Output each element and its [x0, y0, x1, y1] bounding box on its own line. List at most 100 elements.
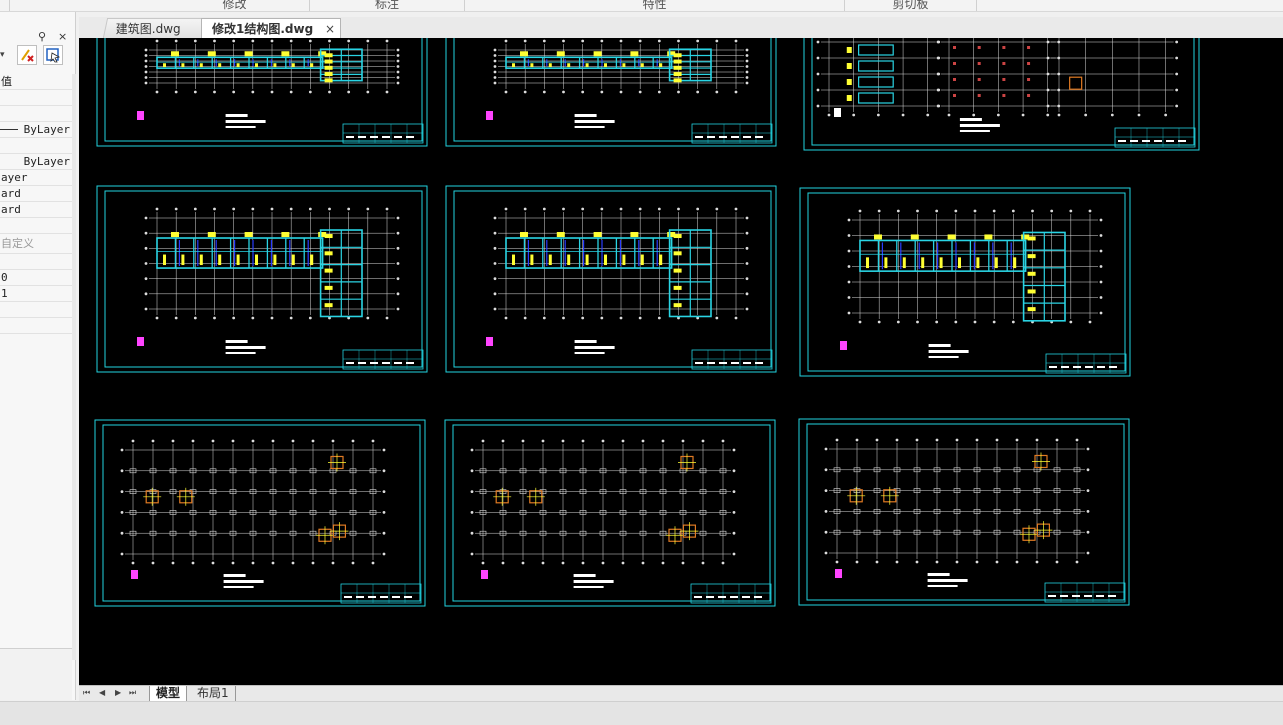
grid-bubble	[382, 448, 386, 452]
grid-bubble	[120, 490, 124, 493]
property-row[interactable]	[0, 318, 72, 334]
properties-panel: ⚲ × ▾ 值 ByLayer ByLayer ayer ard ard 自定义 0 1	[0, 12, 76, 700]
property-row[interactable]: ayer	[0, 170, 72, 186]
last-layout-icon[interactable]: ⏭	[129, 688, 136, 698]
rebar-tag	[604, 254, 607, 266]
rebar-tag	[902, 257, 906, 269]
grid-bubble	[523, 207, 527, 211]
rebar-tag	[1027, 289, 1036, 294]
property-row[interactable]: ard	[0, 186, 72, 202]
grid-bubble	[824, 447, 828, 451]
tab-model[interactable]: 模型	[149, 686, 188, 702]
drawing-title	[927, 585, 958, 587]
property-row[interactable]: ByLayer	[0, 122, 72, 138]
select-objects-icon[interactable]	[43, 45, 63, 65]
property-row[interactable]: 0	[0, 270, 72, 286]
grid-bubble	[289, 90, 293, 94]
close-icon[interactable]: ×	[325, 19, 335, 39]
rebar-tag	[310, 63, 314, 68]
grid-bubble	[732, 469, 736, 473]
property-row[interactable]: ard	[0, 202, 72, 218]
grid-bubble	[745, 76, 749, 79]
grid-bubble	[601, 561, 605, 565]
grid-bubble	[1015, 560, 1019, 564]
object-dropdown-arrow[interactable]: ▾	[0, 50, 8, 64]
grid-bubble	[972, 113, 976, 117]
property-row[interactable]: 1	[0, 286, 72, 302]
grid-bubble	[621, 439, 625, 443]
grid-bubble	[677, 90, 680, 94]
grid-bubble	[270, 90, 274, 94]
property-row[interactable]	[0, 106, 72, 122]
grid-bubble	[1088, 209, 1092, 213]
property-row[interactable]: ByLayer	[0, 154, 72, 170]
rebar-tag	[236, 63, 240, 68]
property-row[interactable]	[0, 254, 72, 270]
title-block-text	[1097, 366, 1105, 368]
grid-bubble	[858, 320, 862, 324]
rebar-tag	[171, 232, 179, 238]
drawing-title	[574, 126, 605, 128]
grid-bubble	[847, 280, 851, 284]
grid-bubble	[619, 39, 623, 43]
rebar-tag	[291, 63, 295, 68]
grid-bubble	[396, 65, 400, 68]
grid-bubble	[600, 316, 604, 320]
rebar-tag	[556, 232, 565, 238]
grid-bubble	[1011, 209, 1015, 213]
grid-bubble	[193, 39, 197, 43]
grid-bubble	[876, 113, 880, 117]
property-row[interactable]: 自定义	[0, 234, 72, 254]
first-layout-icon[interactable]: ⏮	[83, 688, 90, 698]
property-row[interactable]	[0, 90, 72, 106]
grid-bubble	[641, 561, 645, 565]
grid-bubble	[677, 39, 680, 43]
next-layout-icon[interactable]: ▶	[115, 688, 121, 697]
tab-structural-drawing[interactable]: 修改1结构图.dwg ×	[201, 18, 341, 38]
grid-bubble	[289, 39, 293, 43]
grid-bubble	[542, 39, 546, 43]
rebar-tag	[910, 234, 919, 240]
grid-bubble	[1035, 560, 1039, 564]
previous-layout-icon[interactable]: ◀	[99, 688, 105, 697]
tab-layout1[interactable]: 布局1	[191, 686, 236, 702]
rebar-tag	[530, 254, 534, 266]
title-block-text	[1049, 366, 1057, 368]
north-arrow-note	[834, 108, 841, 117]
title-block-text	[719, 362, 727, 364]
grid-bubble	[619, 316, 623, 320]
title-block	[340, 583, 422, 604]
property-row[interactable]	[0, 138, 72, 154]
rebar-tag	[324, 59, 333, 64]
grid-bubble	[328, 207, 331, 211]
grid-bubble	[1175, 88, 1179, 92]
grid-bubble	[816, 40, 820, 44]
grid-bubble	[396, 81, 400, 85]
rebar-tag	[884, 257, 888, 269]
drawing-canvas[interactable]	[79, 38, 1283, 685]
property-row[interactable]: 值	[0, 74, 72, 90]
title-block-text	[380, 596, 388, 598]
grid-bubble	[1046, 113, 1050, 117]
grid-bubble	[120, 511, 124, 514]
grid-bubble	[493, 48, 497, 52]
grid-bubble	[1086, 489, 1090, 492]
rebar-mark	[977, 46, 981, 49]
rebar-tag	[659, 254, 663, 266]
grid-bubble	[600, 90, 604, 94]
grid-bubble	[816, 72, 820, 76]
grid-bubble	[1050, 209, 1054, 213]
grid-bubble	[493, 59, 497, 63]
clear-selection-icon[interactable]	[17, 45, 37, 65]
drawing-title	[223, 574, 246, 577]
grid-bubble	[311, 561, 315, 565]
properties-scrollbar[interactable]	[72, 74, 76, 660]
rebar-tag	[255, 63, 258, 68]
grid-bubble	[213, 39, 216, 43]
property-row[interactable]	[0, 218, 72, 234]
rebar-tag	[673, 78, 682, 83]
property-row[interactable]	[0, 302, 72, 318]
grid-bubble	[174, 90, 178, 94]
grid-bubble	[174, 316, 178, 320]
tab-building-drawing[interactable]: 建筑图.dwg	[102, 18, 214, 38]
